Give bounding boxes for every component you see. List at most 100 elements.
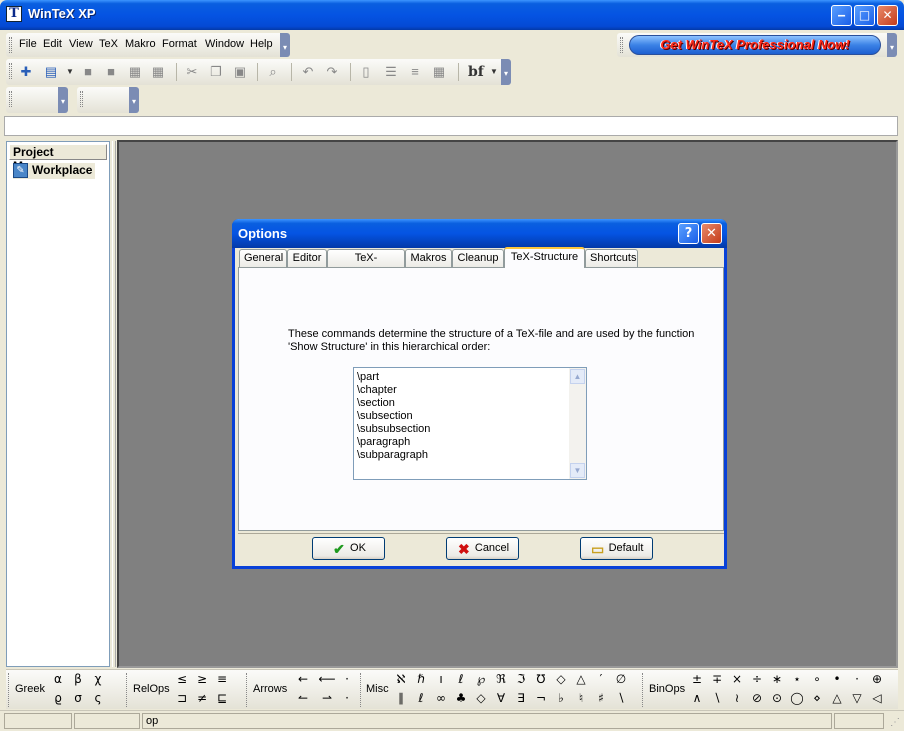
help-button[interactable]: ? [678,223,699,244]
scroll-down-icon[interactable]: ▼ [570,463,585,478]
open-folder-icon[interactable]: ▤ [43,64,59,80]
app-icon[interactable]: T [6,6,22,22]
toolbar-grip[interactable] [9,63,12,79]
symbol-button[interactable]: ∖ [612,691,630,705]
symbol-button[interactable]: ∗ [768,672,786,686]
get-professional-button[interactable]: Get WinTeX Professional Now! [629,35,881,55]
symbol-button[interactable]: ⊘ [748,691,766,705]
cut-icon[interactable]: ✂ [184,64,200,80]
dialog-title-bar[interactable]: Options ? ✕ [232,219,727,248]
symbol-button[interactable]: ♯ [592,691,610,705]
print-preview-icon[interactable]: ▦ [150,64,166,80]
symbol-button[interactable]: ℏ [412,672,430,686]
symbol-button[interactable]: ∖ [708,691,726,705]
symbol-button[interactable]: ⟵ [318,672,336,686]
symbol-button[interactable]: ⊕ [868,672,886,686]
list-item[interactable]: \paragraph [354,436,430,449]
listbox-scrollbar[interactable]: ▲ ▼ [569,368,586,479]
menu-edit[interactable]: Edit [43,38,62,50]
symbol-button[interactable]: ℑ [512,672,530,686]
chevron-down-icon[interactable]: ▾ [129,87,139,113]
maximize-button[interactable]: □ [854,5,875,26]
toolbar-grip[interactable] [9,91,12,107]
symbol-button[interactable]: ◯ [788,691,806,705]
symbol-button[interactable]: ¬ [532,691,550,705]
symbol-button[interactable]: ℜ [492,672,510,686]
symbol-button[interactable]: ◇ [552,672,570,686]
tab-cleanup[interactable]: Cleanup [452,249,504,267]
dropdown-arrow-icon[interactable]: ▼ [486,64,502,80]
tab-editor[interactable]: Editor [287,249,327,267]
menu-format[interactable]: Format [162,38,197,50]
symbol-button[interactable]: ◁ [868,691,886,705]
symbol-button[interactable]: ℓ [452,672,470,686]
symbol-button[interactable]: χ [89,672,107,686]
redo-icon[interactable]: ↷ [324,64,340,80]
list-item[interactable]: \subsection [354,410,430,423]
list-item[interactable]: \subsubsection [354,423,430,436]
symbol-button[interactable]: ± [688,672,706,686]
symbol-button[interactable]: · [848,672,866,686]
format-icon[interactable]: ≡ [407,64,423,80]
structure-listbox[interactable]: \part \chapter \section \subsection \sub… [353,367,587,480]
list-item[interactable]: \subparagraph [354,449,430,462]
save-all-icon[interactable]: ■ [103,64,119,80]
symbol-button[interactable]: ς [89,691,107,705]
list-item[interactable]: \section [354,397,430,410]
save-icon[interactable]: ■ [80,64,96,80]
symbol-button[interactable]: ≀ [728,691,746,705]
symbol-button[interactable]: ∅ [612,672,630,686]
symbol-button[interactable]: ∀ [492,691,510,705]
symbol-button[interactable]: • [828,672,846,686]
dialog-close-button[interactable]: ✕ [701,223,722,244]
chevron-down-icon[interactable]: ▾ [887,33,897,57]
symbol-button[interactable]: ÷ [748,672,766,686]
new-file-icon[interactable]: ✚ [18,64,34,80]
symbol-button[interactable]: ≤ [173,672,191,686]
symbol-button[interactable]: ← [294,672,312,686]
list-item[interactable]: \chapter [354,384,430,397]
symbol-button[interactable]: ⊙ [768,691,786,705]
list-icon[interactable]: ☰ [383,64,399,80]
symbol-button[interactable]: △ [828,691,846,705]
toolbar-grip[interactable] [9,37,12,53]
symbol-button[interactable]: σ [69,691,87,705]
symbol-button[interactable]: ℓ [412,691,430,705]
tab-general[interactable]: General [239,249,287,267]
undo-icon[interactable]: ↶ [300,64,316,80]
symbol-button[interactable]: ℧ [532,672,550,686]
symbol-button[interactable]: △ [572,672,590,686]
symbol-button[interactable]: ⋆ [788,672,806,686]
chevron-down-icon[interactable]: ▾ [280,33,290,57]
table-icon[interactable]: ▦ [431,64,447,80]
toolbar-grip[interactable] [80,91,83,107]
symbol-button[interactable]: ∥ [392,691,410,705]
document-icon[interactable]: ▯ [358,64,374,80]
list-item[interactable]: \part [354,371,430,384]
symbol-button[interactable]: ℘ [472,672,490,686]
menu-makro[interactable]: Makro [125,38,156,50]
paste-icon[interactable]: ▣ [232,64,248,80]
command-input[interactable] [4,116,898,136]
toolbar-grip[interactable] [620,37,623,53]
symbol-button[interactable]: ⇀ [318,691,336,705]
symbol-button[interactable]: ♮ [572,691,590,705]
symbol-button[interactable]: ℵ [392,672,410,686]
symbol-button[interactable]: ⊐ [173,691,191,705]
symbol-button[interactable]: ∓ [708,672,726,686]
dropdown-arrow-icon[interactable]: ▼ [62,64,78,80]
cancel-button[interactable]: ✖ Cancel [446,537,519,560]
menu-window[interactable]: Window [205,38,244,50]
chevron-down-icon[interactable]: ▾ [58,87,68,113]
symbol-button[interactable]: ∞ [432,691,450,705]
tab-tex-programs[interactable]: TeX-programs [327,249,405,280]
symbol-button[interactable]: ı [432,672,450,686]
symbol-button[interactable]: β [69,672,87,686]
tab-shortcuts[interactable]: Shortcuts [585,249,638,267]
symbol-button[interactable]: ▽ [848,691,866,705]
symbol-button[interactable]: ∃ [512,691,530,705]
symbol-button[interactable]: ↼ [294,691,312,705]
menu-help[interactable]: Help [250,38,273,50]
default-button[interactable]: ▭ Default [580,537,653,560]
symbol-button[interactable]: ♭ [552,691,570,705]
